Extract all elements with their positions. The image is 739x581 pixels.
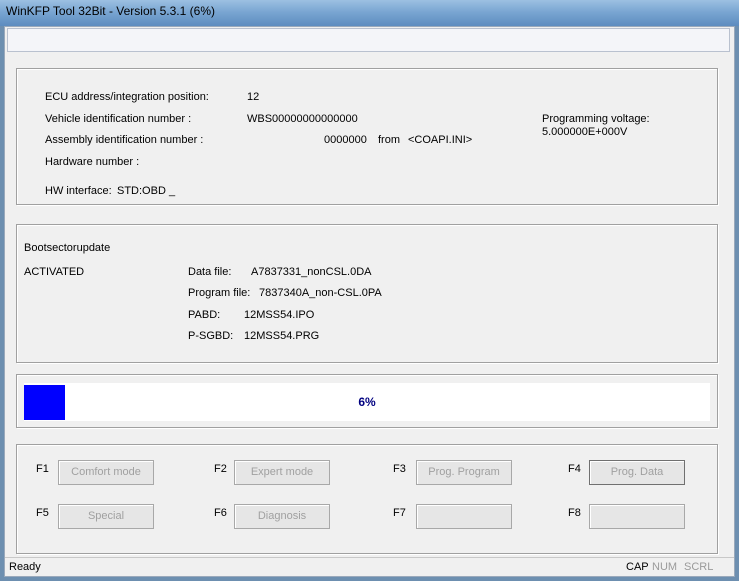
f3-key-label: F3	[393, 463, 406, 475]
vin-value: WBS00000000000000	[247, 113, 358, 125]
assembly-source: <COAPI.INI>	[408, 134, 473, 146]
job-title: Bootsectorupdate	[24, 242, 111, 254]
f2-key-label: F2	[214, 463, 227, 475]
f6-key-label: F6	[214, 507, 227, 519]
assembly-value: 0000000	[324, 134, 367, 146]
data-file-value: A7837331_nonCSL.0DA	[251, 266, 372, 278]
f4-key-label: F4	[568, 463, 581, 475]
hardware-label: Hardware number :	[45, 156, 140, 168]
diagnosis-button[interactable]: Diagnosis	[234, 504, 330, 529]
hw-interface-value: STD:OBD _	[117, 185, 176, 197]
comfort-mode-button[interactable]: Comfort mode	[58, 460, 154, 485]
cap-indicator: CAP	[626, 561, 649, 573]
program-file-value: 7837340A_non-CSL.0PA	[259, 287, 382, 299]
f5-key-label: F5	[36, 507, 49, 519]
ecu-address-label: ECU address/integration position:	[45, 91, 209, 103]
main-window: ECU address/integration position: 12 Veh…	[4, 26, 735, 577]
num-indicator: NUM	[652, 561, 678, 573]
progress-bar: 6%	[24, 383, 710, 421]
f8-button[interactable]	[589, 504, 685, 529]
expert-mode-button[interactable]: Expert mode	[234, 460, 330, 485]
vin-label: Vehicle identification number :	[45, 113, 192, 125]
title-bar[interactable]: WinKFP Tool 32Bit - Version 5.3.1 (6%)	[0, 0, 739, 26]
status-bar: Ready CAP NUM SCRL	[5, 557, 734, 576]
psgbd-value: 12MSS54.PRG	[244, 330, 320, 342]
pabd-label: PABD:	[188, 309, 221, 321]
assembly-from: from	[378, 134, 400, 146]
progress-panel: 6%	[16, 374, 718, 428]
function-key-panel: F1 Comfort mode F2 Expert mode F3 Prog. …	[16, 444, 718, 554]
f1-key-label: F1	[36, 463, 49, 475]
assembly-label: Assembly identification number :	[45, 134, 204, 146]
special-button[interactable]: Special	[58, 504, 154, 529]
job-panel: Bootsectorupdate ACTIVATED Data file: A7…	[16, 224, 718, 363]
hw-interface-label: HW interface:	[45, 185, 112, 197]
ecu-info-panel: ECU address/integration position: 12 Veh…	[16, 68, 718, 205]
psgbd-label: P-SGBD:	[188, 330, 234, 342]
toolbar-strip	[7, 28, 730, 52]
f7-key-label: F7	[393, 507, 406, 519]
ecu-address-value: 12	[247, 91, 260, 103]
data-file-label: Data file:	[188, 266, 232, 278]
f8-key-label: F8	[568, 507, 581, 519]
status-text: Ready	[9, 561, 41, 573]
prog-voltage-label: Programming voltage:	[542, 113, 650, 125]
prog-voltage-value: 5.000000E+000V	[542, 126, 628, 138]
job-status: ACTIVATED	[24, 266, 85, 278]
prog-data-button[interactable]: Prog. Data	[589, 460, 685, 485]
window-title: WinKFP Tool 32Bit - Version 5.3.1 (6%)	[6, 4, 215, 18]
pabd-value: 12MSS54.IPO	[244, 309, 315, 321]
f7-button[interactable]	[416, 504, 512, 529]
program-file-label: Program file:	[188, 287, 251, 299]
progress-percent: 6%	[358, 395, 376, 409]
scrl-indicator: SCRL	[684, 561, 714, 573]
prog-program-button[interactable]: Prog. Program	[416, 460, 512, 485]
